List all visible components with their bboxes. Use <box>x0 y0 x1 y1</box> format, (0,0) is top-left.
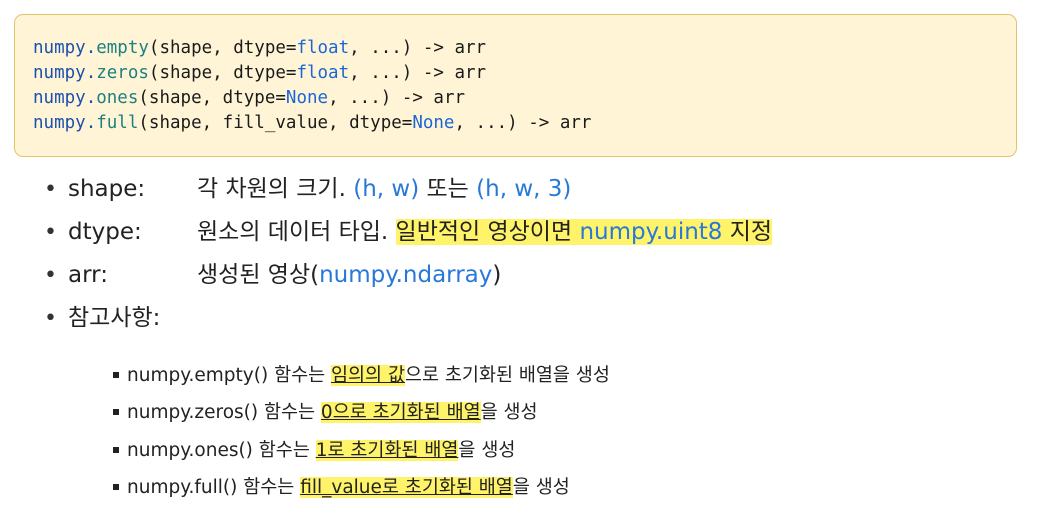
notes-heading: • 참고사항: <box>44 297 1004 340</box>
note-item: numpy.ones() 함수는 1로 초기화된 배열을 생성 <box>113 432 1013 469</box>
code-keyword: float <box>296 63 350 83</box>
code-function: zeros <box>96 63 149 83</box>
code-line-empty: numpy.empty(shape, dtype=float, ...) -> … <box>33 36 998 61</box>
code-line-full: numpy.full(shape, fill_value, dtype=None… <box>33 111 998 136</box>
highlight: 임의의 값 <box>331 365 405 386</box>
code-module: numpy <box>33 113 86 133</box>
param-dtype: • dtype: 원소의 데이터 타입. 일반적인 영상이면 numpy.uin… <box>44 211 1004 254</box>
code-keyword: float <box>296 38 350 58</box>
code-block: numpy.empty(shape, dtype=float, ...) -> … <box>14 14 1017 157</box>
param-name: dtype: <box>68 219 142 245</box>
notes-title: 참고사항: <box>68 305 161 331</box>
code-args: (shape, dtype= <box>138 88 286 108</box>
code-function: ones <box>96 88 139 108</box>
square-bullet-icon <box>113 372 119 378</box>
code-keyword: None <box>412 113 455 133</box>
param-arr: • arr: 생성된 영상(numpy.ndarray) <box>44 254 1004 297</box>
bullet-icon: • <box>44 306 57 331</box>
code-args-rest: , ...) -> arr <box>328 88 466 108</box>
square-bullet-icon <box>113 409 119 416</box>
note-item: numpy.empty() 함수는 임의의 값으로 초기화된 배열을 생성 <box>113 357 1013 394</box>
code-args-rest: , ...) -> arr <box>349 38 487 58</box>
code-dot: . <box>85 88 97 108</box>
code-args: (shape, dtype= <box>148 63 297 83</box>
highlight: 1로 초기화된 배열 <box>315 439 459 461</box>
code-function: empty <box>96 38 149 58</box>
code-dot: . <box>85 113 97 133</box>
code-module: numpy <box>33 88 86 108</box>
code-module: numpy <box>33 38 86 58</box>
notes-list: numpy.empty() 함수는 임의의 값으로 초기화된 배열을 생성 nu… <box>113 357 1013 506</box>
square-bullet-icon <box>113 483 119 490</box>
bullet-icon: • <box>44 220 57 245</box>
code-args: (shape, fill_value, dtype= <box>138 113 413 133</box>
param-shape: • shape: 각 차원의 크기. (h, w) 또는 (h, w, 3) <box>44 168 1004 211</box>
code-module: numpy <box>33 63 86 83</box>
code-ref: (h, w) <box>353 176 420 202</box>
code-dot: . <box>85 38 97 58</box>
param-desc: 생성된 영상(numpy.ndarray) <box>197 262 502 288</box>
param-desc: 원소의 데이터 타입. 일반적인 영상이면 numpy.uint8 지정 <box>197 219 773 245</box>
code-function: full <box>96 113 139 133</box>
param-name: arr: <box>68 262 108 288</box>
param-name: shape: <box>68 176 146 202</box>
parameter-list: • shape: 각 차원의 크기. (h, w) 또는 (h, w, 3) •… <box>44 168 1004 340</box>
code-ref: numpy.ndarray <box>319 262 493 288</box>
note-item: numpy.zeros() 함수는 0으로 초기화된 배열을 생성 <box>113 394 1013 431</box>
highlight: 일반적인 영상이면 numpy.uint8 지정 <box>395 219 773 245</box>
code-line-ones: numpy.ones(shape, dtype=None, ...) -> ar… <box>33 86 998 111</box>
bullet-icon: • <box>44 177 57 202</box>
square-bullet-icon <box>113 446 119 453</box>
code-args-rest: , ...) -> arr <box>454 113 592 133</box>
code-args: (shape, dtype= <box>148 38 297 58</box>
highlight: 0으로 초기화된 배열 <box>320 402 481 424</box>
highlight: fill_value로 초기화된 배열 <box>300 476 513 498</box>
code-keyword: None <box>285 88 329 108</box>
code-ref: (h, w, 3) <box>476 176 572 202</box>
code-line-zeros: numpy.zeros(shape, dtype=float, ...) -> … <box>33 61 998 86</box>
param-desc: 각 차원의 크기. (h, w) 또는 (h, w, 3) <box>197 176 572 202</box>
code-dot: . <box>85 63 97 83</box>
bullet-icon: • <box>44 263 57 288</box>
note-item: numpy.full() 함수는 fill_value로 초기화된 배열을 생성 <box>113 469 1013 506</box>
code-ref: numpy.uint8 <box>579 219 723 245</box>
code-args-rest: , ...) -> arr <box>349 63 487 83</box>
